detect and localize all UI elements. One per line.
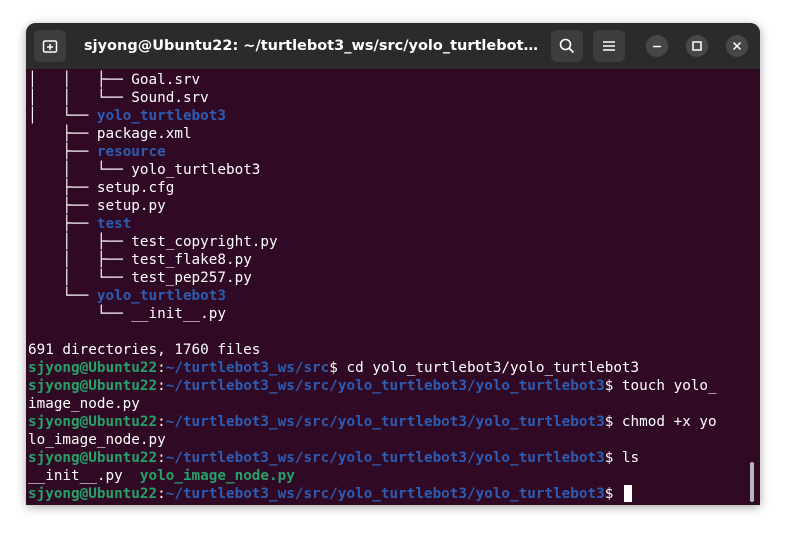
command-wrap: image_node.py	[28, 396, 140, 412]
prompt-line: sjyong@Ubuntu22:~/turtlebot3_ws/src/yolo…	[28, 378, 717, 394]
tree-line: ├── setup.cfg	[28, 180, 175, 196]
prompt-line: sjyong@Ubuntu22:~/turtlebot3_ws/src$ cd …	[28, 360, 640, 376]
new-tab-button[interactable]	[34, 30, 66, 62]
close-button[interactable]	[726, 35, 748, 57]
new-tab-icon	[42, 40, 58, 53]
search-icon	[559, 38, 575, 54]
tree-line: ├── setup.py	[28, 198, 166, 214]
tree-line: └── __init__.py	[28, 306, 226, 322]
hamburger-menu-icon	[603, 41, 615, 51]
active-prompt-line[interactable]: sjyong@Ubuntu22:~/turtlebot3_ws/src/yolo…	[28, 485, 632, 503]
tree-line: │ ├── test_flake8.py	[28, 252, 252, 268]
tree-line: │ │ ├── Goal.srv	[28, 72, 201, 88]
text-cursor	[623, 485, 632, 502]
scrollbar[interactable]	[750, 462, 754, 502]
tree-line: │ ├── test_copyright.py	[28, 234, 278, 250]
tree-line: │ │ └── Sound.srv	[28, 90, 209, 106]
tree-line: ├── package.xml	[28, 126, 192, 142]
minimize-button[interactable]	[646, 35, 668, 57]
menu-button[interactable]	[593, 30, 625, 62]
tree-summary: 691 directories, 1760 files	[28, 342, 261, 358]
command-wrap: lo_image_node.py	[28, 432, 166, 448]
tree-line: │ └── test_pep257.py	[28, 270, 252, 286]
prompt-line: sjyong@Ubuntu22:~/turtlebot3_ws/src/yolo…	[28, 414, 717, 430]
prompt-line: sjyong@Ubuntu22:~/turtlebot3_ws/src/yolo…	[28, 450, 640, 466]
tree-line: ├── resource	[28, 144, 166, 160]
terminal-output[interactable]: │ │ ├── Goal.srv │ │ └── Sound.srv │ └──…	[26, 69, 760, 505]
tree-line: ├── test	[28, 216, 132, 232]
window-title: sjyong@Ubuntu22: ~/turtlebot3_ws/src/yol…	[84, 38, 548, 54]
close-icon	[732, 41, 742, 51]
title-bar[interactable]: sjyong@Ubuntu22: ~/turtlebot3_ws/src/yol…	[26, 23, 760, 69]
minimize-icon	[653, 45, 661, 48]
terminal-window: sjyong@Ubuntu22: ~/turtlebot3_ws/src/yol…	[26, 23, 760, 505]
search-button[interactable]	[551, 30, 583, 62]
tree-line: └── yolo_turtlebot3	[28, 288, 226, 304]
ls-output: __init__.py yolo_image_node.py	[28, 468, 295, 484]
maximize-icon	[692, 41, 702, 51]
tree-line: │ └── yolo_turtlebot3	[28, 108, 226, 124]
tree-line: │ └── yolo_turtlebot3	[28, 162, 261, 178]
maximize-button[interactable]	[686, 35, 708, 57]
